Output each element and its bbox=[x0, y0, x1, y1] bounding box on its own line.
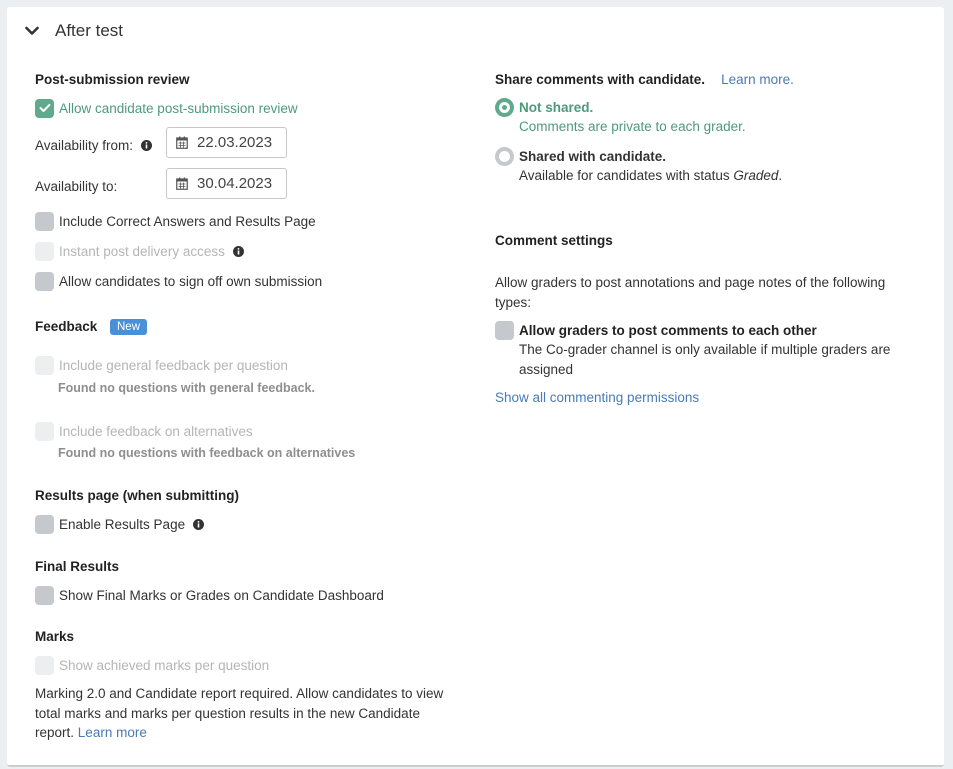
show-marks-per-question-checkbox: Show achieved marks per question bbox=[35, 655, 269, 675]
not-shared-label: Not shared. bbox=[519, 100, 594, 115]
after-test-panel: After test Post-submission review Allow … bbox=[7, 7, 944, 767]
availability-from-value: 22.03.2023 bbox=[197, 134, 273, 151]
shared-desc-suffix: . bbox=[778, 168, 783, 183]
checkbox-unchecked-icon bbox=[35, 271, 54, 291]
marks-learn-more-link[interactable]: Learn more bbox=[78, 725, 147, 740]
marks-note-prefix: report. bbox=[35, 725, 75, 740]
checkbox-disabled-icon bbox=[35, 355, 54, 375]
calendar-icon bbox=[176, 136, 188, 149]
availability-from-input[interactable]: 22.03.2023 bbox=[166, 127, 287, 158]
checkbox-disabled-icon bbox=[35, 241, 54, 261]
allow-review-label: Allow candidate post-submission review bbox=[59, 100, 298, 116]
instant-access-label: Instant post delivery access bbox=[59, 243, 225, 259]
not-shared-desc: Comments are private to each grader. bbox=[519, 119, 746, 134]
info-icon[interactable] bbox=[193, 518, 205, 530]
sign-off-label: Allow candidates to sign off own submiss… bbox=[59, 273, 323, 289]
info-icon[interactable] bbox=[232, 245, 244, 257]
radio-unselected-icon bbox=[495, 147, 514, 166]
enable-results-page-checkbox[interactable]: Enable Results Page bbox=[35, 514, 205, 534]
co-grader-note-line-1: The Co-grader channel is only available … bbox=[519, 342, 891, 357]
share-comments-heading: Share comments with candidate. bbox=[495, 72, 706, 87]
checkbox-checked-icon bbox=[35, 98, 54, 118]
chevron-down-icon bbox=[25, 24, 43, 38]
general-feedback-checkbox: Include general feedback per question bbox=[35, 355, 288, 375]
marks-note: Marking 2.0 and Candidate report require… bbox=[35, 684, 475, 743]
availability-to-value: 30.04.2023 bbox=[197, 175, 273, 192]
comment-settings-desc: Allow graders to post annotations and pa… bbox=[495, 273, 915, 312]
availability-from-label: Availability from: bbox=[35, 137, 134, 153]
include-correct-answers-checkbox[interactable]: Include Correct Answers and Results Page bbox=[35, 211, 316, 231]
not-shared-radio[interactable]: Not shared. bbox=[495, 98, 593, 117]
section-header-toggle[interactable]: After test bbox=[25, 21, 123, 41]
shared-desc: Available for candidates with status Gra… bbox=[519, 168, 782, 183]
show-final-marks-checkbox[interactable]: Show Final Marks or Grades on Candidate … bbox=[35, 585, 384, 605]
marks-note-line-2: total marks and marks per question resul… bbox=[35, 705, 420, 721]
checkbox-unchecked-icon bbox=[495, 320, 514, 340]
include-correct-answers-label: Include Correct Answers and Results Page bbox=[59, 213, 316, 229]
shared-label: Shared with candidate. bbox=[519, 149, 667, 164]
alternatives-feedback-label: Include feedback on alternatives bbox=[59, 423, 253, 439]
comment-settings-desc-line-2: types: bbox=[495, 294, 532, 310]
section-title: After test bbox=[55, 21, 124, 40]
checkbox-unchecked-icon bbox=[35, 585, 54, 605]
general-feedback-label: Include general feedback per question bbox=[59, 357, 288, 373]
checkbox-unchecked-icon bbox=[35, 211, 54, 231]
alternatives-feedback-note: Found no questions with feedback on alte… bbox=[58, 446, 356, 460]
marks-note-line-1: Marking 2.0 and Candidate report require… bbox=[35, 686, 444, 701]
shared-desc-prefix: Available for candidates with status bbox=[519, 168, 730, 183]
checkbox-disabled-icon bbox=[35, 421, 54, 441]
post-submission-heading: Post-submission review bbox=[35, 72, 190, 87]
show-marks-per-question-label: Show achieved marks per question bbox=[59, 657, 270, 673]
availability-to-input[interactable]: 30.04.2023 bbox=[166, 168, 287, 199]
co-grader-note: The Co-grader channel is only available … bbox=[519, 340, 919, 379]
sign-off-checkbox[interactable]: Allow candidates to sign off own submiss… bbox=[35, 271, 322, 291]
checkbox-disabled-icon bbox=[35, 655, 54, 675]
marks-heading: Marks bbox=[35, 629, 75, 644]
marks-note-line-3: report. Learn more bbox=[35, 723, 475, 743]
share-comments-heading-row: Share comments with candidate. Learn mor… bbox=[495, 72, 794, 87]
alternatives-feedback-checkbox: Include feedback on alternatives bbox=[35, 421, 253, 441]
new-badge: New bbox=[110, 319, 148, 335]
instant-access-checkbox: Instant post delivery access bbox=[35, 241, 244, 261]
availability-to-label: Availability to: bbox=[35, 178, 118, 194]
comment-settings-desc-line-1: Allow graders to post annotations and pa… bbox=[495, 275, 886, 290]
allow-graders-comment-checkbox[interactable]: Allow graders to post comments to each o… bbox=[495, 320, 817, 340]
comment-settings-heading: Comment settings bbox=[495, 233, 613, 248]
share-comments-learn-more-link[interactable]: Learn more. bbox=[721, 72, 794, 87]
checkbox-unchecked-icon bbox=[35, 514, 54, 534]
enable-results-page-label: Enable Results Page bbox=[59, 516, 186, 532]
allow-review-checkbox[interactable]: Allow candidate post-submission review bbox=[35, 98, 298, 118]
info-icon[interactable] bbox=[141, 139, 153, 151]
radio-selected-icon bbox=[495, 98, 514, 117]
availability-from-label-group: Availability from: bbox=[35, 135, 153, 155]
general-feedback-note: Found no questions with general feedback… bbox=[58, 381, 315, 395]
final-results-heading: Final Results bbox=[35, 559, 120, 574]
shared-radio[interactable]: Shared with candidate. bbox=[495, 147, 666, 166]
show-final-marks-label: Show Final Marks or Grades on Candidate … bbox=[59, 587, 384, 603]
results-page-heading: Results page (when submitting) bbox=[35, 488, 240, 503]
feedback-heading: Feedback bbox=[35, 319, 98, 334]
allow-graders-comment-label: Allow graders to post comments to each o… bbox=[519, 322, 817, 338]
co-grader-note-line-2: assigned bbox=[519, 361, 574, 377]
shared-desc-status: Graded bbox=[733, 168, 779, 183]
calendar-icon bbox=[176, 177, 188, 190]
show-all-permissions-link[interactable]: Show all commenting permissions bbox=[495, 390, 699, 405]
